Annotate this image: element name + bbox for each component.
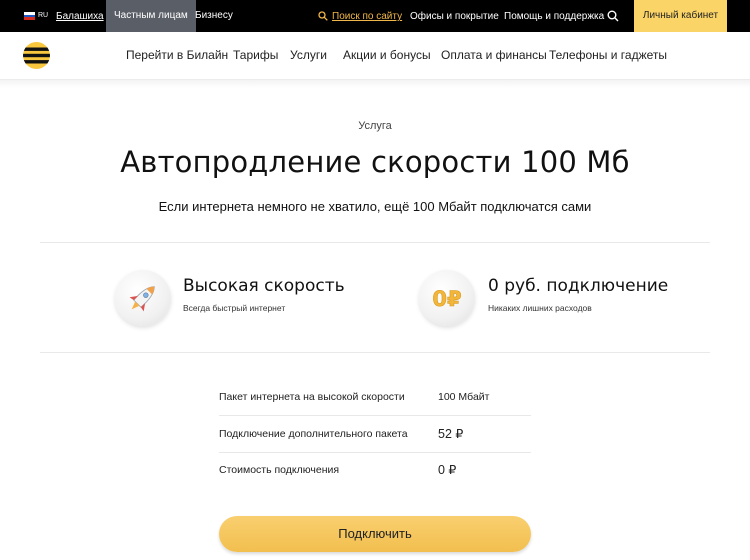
feature-icon-wrap <box>115 270 171 326</box>
table-row-label: Подключение дополнительного пакета <box>219 428 408 440</box>
nav-item-promotions[interactable]: Акции и бонусы <box>343 48 431 62</box>
zero-ruble-icon: 0₽ <box>432 287 462 312</box>
region-selector[interactable]: Балашиха <box>56 11 104 22</box>
segment-private[interactable]: Частным лицам <box>106 0 196 32</box>
personal-account-button[interactable]: Личный кабинет <box>634 0 727 32</box>
feature-subtitle-free-connect: Никаких лишних расходов <box>488 303 592 313</box>
divider-bottom <box>40 352 710 353</box>
feature-title-speed: Высокая скорость <box>183 276 345 296</box>
beeline-logo-icon[interactable] <box>23 42 50 69</box>
feature-icon-wrap: 0₽ <box>419 270 475 326</box>
feature-title-free-connect: 0 руб. подключение <box>488 276 669 296</box>
magnifier-icon[interactable] <box>607 10 619 22</box>
table-row-divider <box>219 415 531 416</box>
table-row-value: 100 Мбайт <box>438 391 490 403</box>
feature-subtitle-speed: Всегда быстрый интернет <box>183 303 286 313</box>
nav-item-services[interactable]: Услуги <box>290 48 327 62</box>
nav-item-phones[interactable]: Телефоны и гаджеты <box>549 48 667 62</box>
language-switch[interactable]: RU <box>38 12 48 19</box>
site-search-link[interactable]: Поиск по сайту <box>332 11 402 22</box>
table-row-value: 52 ₽ <box>438 427 464 441</box>
svg-text:0₽: 0₽ <box>432 287 461 311</box>
page-title: Автопродление скорости 100 Мб <box>120 145 630 179</box>
table-row-label: Пакет интернета на высокой скорости <box>219 391 405 403</box>
service-eyebrow: Услуга <box>358 120 392 132</box>
help-support-link[interactable]: Помощь и поддержка <box>504 11 604 22</box>
table-row-label: Стоимость подключения <box>219 464 340 476</box>
nav-item-go-to-beeline[interactable]: Перейти в Билайн <box>126 48 228 62</box>
offices-coverage-link[interactable]: Офисы и покрытие <box>410 11 499 22</box>
table-row-value: 0 ₽ <box>438 463 457 477</box>
nav-item-payment[interactable]: Оплата и финансы <box>441 48 547 62</box>
main-nav: Перейти в Билайн Тарифы Услуги Акции и б… <box>0 32 750 80</box>
page-subtitle: Если интернета немного не хватило, ещё 1… <box>158 199 592 214</box>
search-icon <box>318 11 328 21</box>
divider-top <box>40 242 710 243</box>
nav-item-tariffs[interactable]: Тарифы <box>233 48 278 62</box>
table-row-divider <box>219 452 531 453</box>
russia-flag-icon[interactable] <box>24 12 35 20</box>
nav-shadow <box>0 80 750 88</box>
rocket-icon <box>129 286 155 312</box>
top-bar: RU Балашиха Частным лицам Бизнесу Поиск … <box>0 0 750 32</box>
connect-button[interactable]: Подключить <box>219 516 531 552</box>
segment-business[interactable]: Бизнесу <box>187 0 241 32</box>
